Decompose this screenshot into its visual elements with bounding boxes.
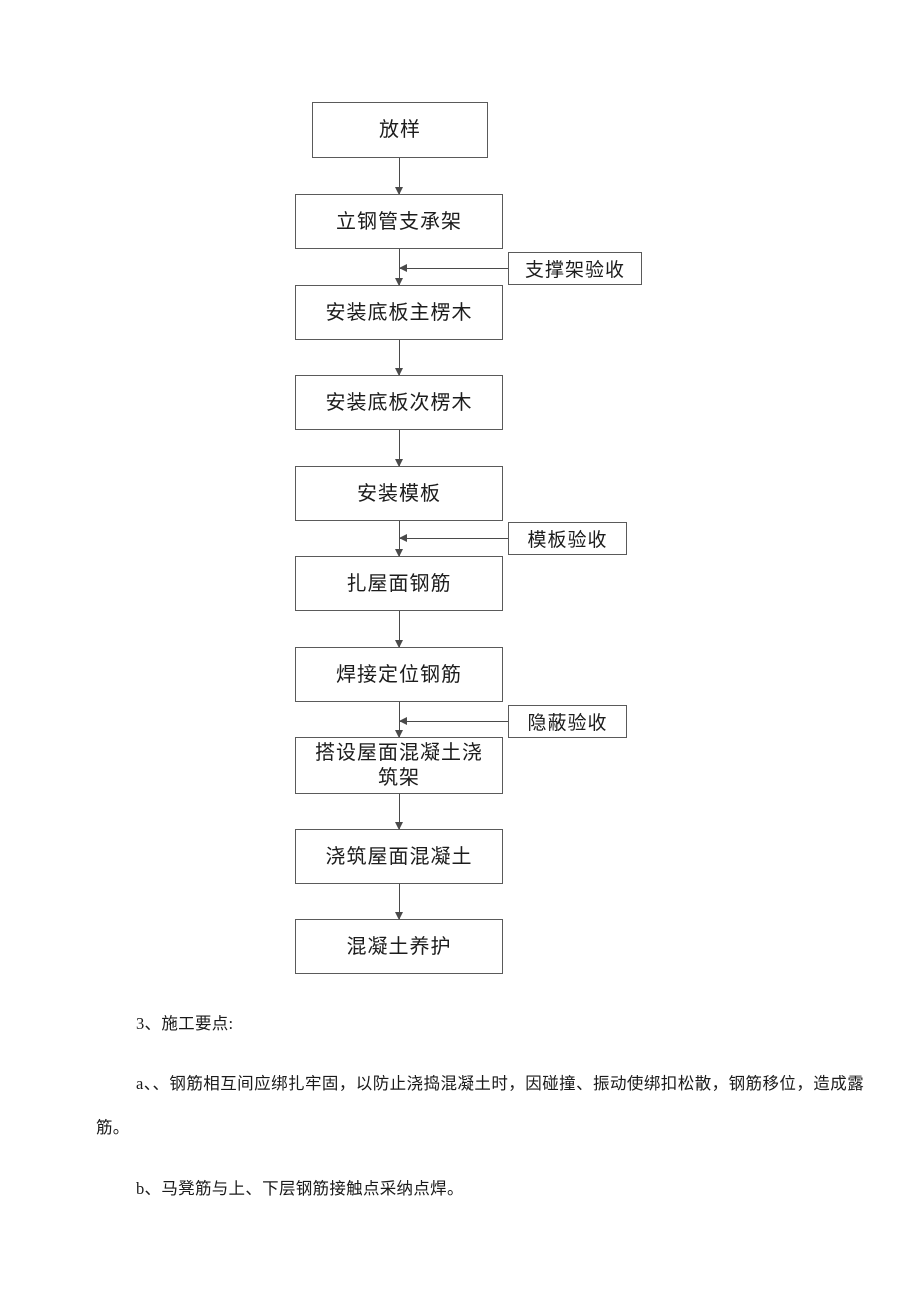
flow-side-node-moban-yanshou: 模板验收 — [508, 522, 627, 555]
connector-n8-n9 — [395, 794, 403, 830]
connector-n9-n10 — [395, 884, 403, 920]
flow-node-jiaozhu-wumianhunningtu: 浇筑屋面混凝土 — [295, 829, 503, 884]
connector-s1-spine — [399, 263, 508, 272]
paragraph-item-b: b、马凳筋与上、下层钢筋接触点采纳点焊。 — [136, 1178, 464, 1198]
flow-node-dashe-wumianhunningtu-jiaozhujia: 搭设屋面混凝土浇筑架 — [295, 737, 503, 794]
flow-node-label: 搭设屋面混凝土浇筑架 — [315, 741, 483, 789]
flow-node-label: 安装底板主楞木 — [325, 301, 473, 324]
flow-side-node-zhichengjia-yanshou: 支撑架验收 — [508, 252, 642, 285]
flow-node-label: 混凝土养护 — [346, 935, 452, 958]
flow-node-ligangguan-zhichengjia: 立钢管支承架 — [295, 194, 503, 249]
flow-node-anzhuang-moban: 安装模板 — [295, 466, 503, 521]
flow-node-zha-wumiangangjin: 扎屋面钢筋 — [295, 556, 503, 611]
connector-s3-spine — [399, 716, 508, 725]
construction-process-flowchart: 放样 立钢管支承架 支撑架验收 安装底板主楞木 安装底板次楞木 安装模板 模板验… — [0, 0, 920, 985]
flow-node-fangyang: 放样 — [312, 102, 488, 158]
flow-node-anzhuang-dibancilengmu: 安装底板次楞木 — [295, 375, 503, 430]
flow-node-hunningtu-yanghu: 混凝土养护 — [295, 919, 503, 974]
connector-n4-n5 — [395, 430, 403, 467]
flow-node-label: 安装底板次楞木 — [325, 391, 473, 414]
flow-node-label: 放样 — [379, 119, 421, 141]
connector-n1-n2 — [395, 158, 403, 195]
flow-side-node-label: 支撑架验收 — [524, 260, 625, 281]
flow-side-node-yinbi-yanshou: 隐蔽验收 — [508, 705, 627, 738]
connector-s2-spine — [399, 533, 508, 542]
paragraph-item-a: a、、钢筋相互间应绑扎牢固，以防止浇捣混凝土时，因碰撞、振动使绑扣松散，钢筋移位… — [96, 1074, 864, 1137]
flow-node-label: 扎屋面钢筋 — [346, 572, 452, 595]
flow-side-node-label: 隐蔽验收 — [527, 713, 608, 734]
flow-side-node-label: 模板验收 — [527, 530, 608, 551]
flow-node-hanjie-dingweigangjin: 焊接定位钢筋 — [295, 647, 503, 702]
flow-node-label: 安装模板 — [357, 482, 441, 505]
flow-node-label: 焊接定位钢筋 — [336, 663, 462, 686]
body-text-section: 3、施工要点: a、、钢筋相互间应绑扎牢固，以防止浇捣混凝土时，因碰撞、振动使绑… — [0, 985, 920, 1227]
flow-node-label: 立钢管支承架 — [336, 210, 462, 233]
connector-n3-n4 — [395, 340, 403, 376]
connector-n6-n7 — [395, 611, 403, 648]
flow-node-label: 浇筑屋面混凝土 — [325, 845, 473, 868]
section-heading-construction-points: 3、施工要点: — [136, 1013, 234, 1033]
flow-node-anzhuang-dibanzhulengmu: 安装底板主楞木 — [295, 285, 503, 340]
